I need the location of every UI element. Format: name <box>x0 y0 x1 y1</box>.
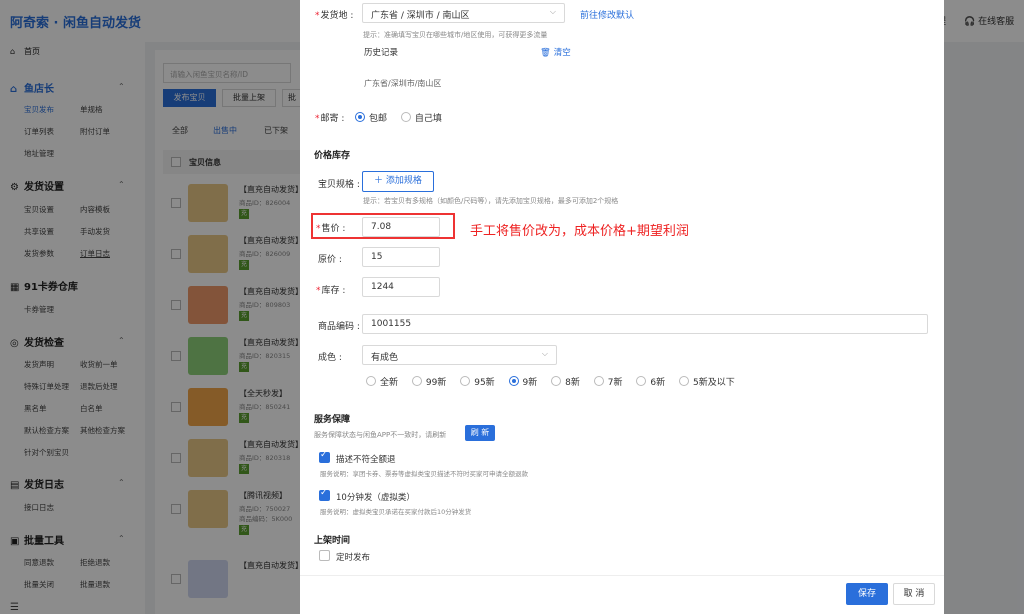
clear-history-button[interactable]: 🗑 清空 <box>540 46 571 58</box>
ship-from-hint: 提示：准确填写宝贝在哪些城市/地区使用，可获得更多流量 <box>363 31 548 39</box>
condition-radio-group: 全新 99新 95新 9新 8新 7新 6新 5新及以下 <box>366 375 746 388</box>
svc-full-refund-checkbox[interactable] <box>319 450 330 463</box>
annotation-text: 手工将售价改为，成本价格+期望利润 <box>470 224 689 239</box>
condition-radio-60[interactable]: 6新 <box>636 375 665 388</box>
listing-time-section-title: 上架时间 <box>314 536 351 546</box>
ship-from-select[interactable]: 广东省 / 深圳市 / 南山区 ⌵ <box>362 3 565 23</box>
trash-icon: 🗑 <box>540 48 551 58</box>
postage-free-radio[interactable]: 包邮 <box>355 111 387 124</box>
product-code-input[interactable]: 1001155 <box>362 314 928 334</box>
service-section-title: 服务保障 <box>314 415 351 425</box>
save-button[interactable]: 保存 <box>846 583 888 605</box>
original-price-input[interactable]: 15 <box>362 247 440 267</box>
condition-radio-50-below[interactable]: 5新及以下 <box>678 375 735 388</box>
postage-radio-group: 包邮 自己填 <box>355 111 453 124</box>
svc-10min-ship-checkbox[interactable] <box>319 488 330 501</box>
condition-radio-80[interactable]: 8新 <box>551 375 580 388</box>
history-label: 历史记录 <box>364 48 399 58</box>
condition-select[interactable]: 有成色 ⌵ <box>362 345 557 365</box>
price-stock-section-title: 价格库存 <box>314 151 351 161</box>
cancel-button[interactable]: 取 消 <box>893 583 935 605</box>
postage-label: *邮寄 : <box>315 114 345 124</box>
scheduled-publish-checkbox[interactable] <box>319 550 330 561</box>
service-hint: 服务保障状态与闲鱼APP不一致时，请刷新 <box>314 431 447 439</box>
annotation-highlight-box <box>311 213 455 239</box>
spec-hint: 提示：若宝贝有多规格（如颜色/尺码等），请先添加宝贝规格，最多可添加2个规格 <box>363 197 619 205</box>
chevron-down-icon: ⌵ <box>541 349 548 358</box>
refresh-button[interactable]: 刷 新 <box>465 425 495 441</box>
spec-label: 宝贝规格 : <box>318 180 360 190</box>
condition-label: 成色 : <box>318 353 342 363</box>
svc-full-refund-desc: 服务说明：享团卡券、票券等虚拟类宝贝描述不符时买家可申请全额退款 <box>320 470 528 478</box>
original-price-label: 原价 : <box>318 255 342 265</box>
condition-radio-90[interactable]: 9新 <box>508 375 537 388</box>
plus-icon: ＋ <box>374 176 386 186</box>
ship-from-label: *发货地 : <box>315 11 354 21</box>
svc-full-refund-label: 描述不符全额退 <box>336 455 396 465</box>
condition-radio-99[interactable]: 99新 <box>411 375 446 388</box>
modify-default-link[interactable]: 前往修改默认 <box>580 8 634 21</box>
product-code-label: 商品编码 : <box>318 322 360 332</box>
scheduled-publish-label: 定时发布 <box>336 553 371 563</box>
edit-product-dialog <box>300 0 944 614</box>
history-item[interactable]: 广东省/深圳市/南山区 <box>364 78 441 89</box>
add-spec-button[interactable]: ＋ 添加规格 <box>362 171 434 192</box>
svc-10min-ship-desc: 服务说明：虚拟类宝贝承诺在买家付款后10分钟发货 <box>320 508 472 516</box>
stock-input[interactable]: 1244 <box>362 277 440 297</box>
condition-radio-95[interactable]: 95新 <box>460 375 495 388</box>
condition-radio-70[interactable]: 7新 <box>593 375 623 388</box>
condition-radio-new[interactable]: 全新 <box>366 375 398 388</box>
chevron-down-icon: ⌵ <box>549 7 556 16</box>
postage-custom-radio[interactable]: 自己填 <box>400 111 442 124</box>
stock-label: *库存 : <box>316 286 346 296</box>
svc-10min-ship-label: 10分钟发（虚拟类） <box>336 493 415 503</box>
